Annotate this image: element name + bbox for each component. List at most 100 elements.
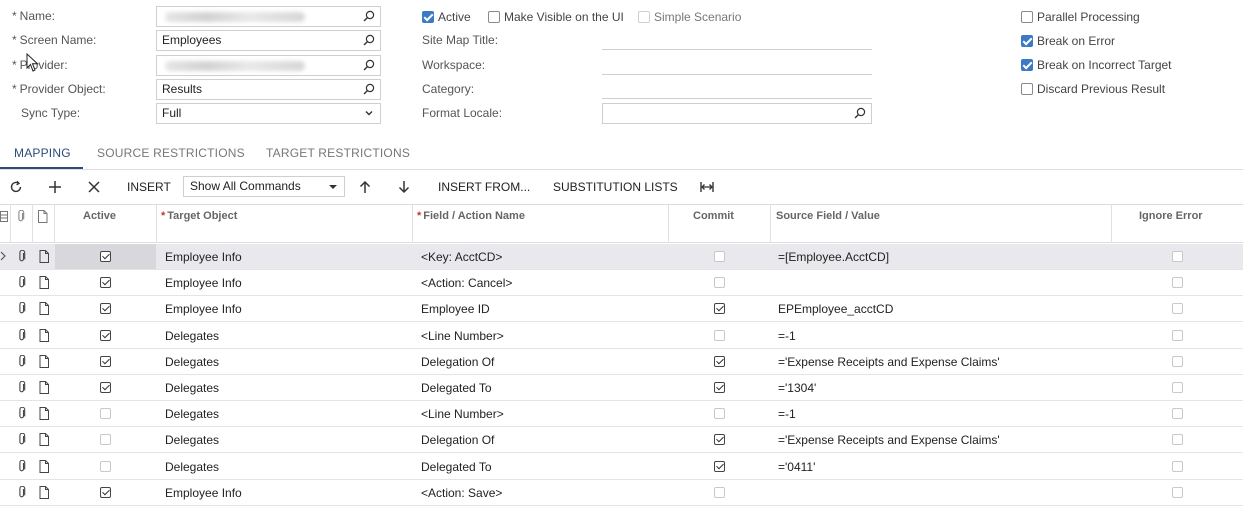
name-field[interactable] bbox=[156, 6, 381, 27]
checkbox-box[interactable] bbox=[1021, 83, 1033, 95]
note-icon[interactable] bbox=[38, 302, 50, 315]
row-ignore-error-checkbox[interactable] bbox=[1172, 382, 1183, 396]
row-active-checkbox[interactable] bbox=[100, 434, 111, 448]
row-commit-checkbox[interactable] bbox=[714, 434, 725, 448]
target-object-cell[interactable]: Employee Info bbox=[165, 302, 242, 316]
row-commit-checkbox[interactable] bbox=[714, 461, 725, 475]
magnifier-icon[interactable] bbox=[363, 10, 375, 22]
break-on-incorrect-target-checkbox[interactable]: Break on Incorrect Target bbox=[1021, 57, 1172, 73]
table-row[interactable]: Delegates Delegated To ='1304' bbox=[0, 375, 1243, 401]
column-commit[interactable]: Commit bbox=[693, 210, 734, 222]
note-icon[interactable] bbox=[38, 486, 50, 499]
row-active-checkbox[interactable] bbox=[100, 330, 111, 344]
plus-icon[interactable] bbox=[47, 179, 63, 195]
note-icon[interactable] bbox=[38, 433, 50, 446]
row-ignore-error-checkbox[interactable] bbox=[1172, 434, 1183, 448]
workspace-field[interactable] bbox=[602, 74, 872, 75]
table-row[interactable]: Delegates Delegation Of ='Expense Receipts… bbox=[0, 427, 1243, 453]
field-action-cell[interactable]: <Line Number> bbox=[421, 329, 504, 343]
checkbox-box[interactable] bbox=[100, 356, 111, 367]
checkbox-box[interactable] bbox=[422, 11, 434, 23]
tab-mapping[interactable]: MAPPING bbox=[14, 146, 71, 160]
field-action-cell[interactable]: Employee ID bbox=[421, 302, 490, 316]
paperclip-icon[interactable] bbox=[16, 276, 28, 289]
source-field-cell[interactable]: ='0411' bbox=[778, 460, 815, 474]
row-ignore-error-checkbox[interactable] bbox=[1172, 356, 1183, 370]
paperclip-icon[interactable] bbox=[16, 486, 28, 499]
column-active[interactable]: Active bbox=[83, 210, 116, 222]
row-ignore-error-checkbox[interactable] bbox=[1172, 408, 1183, 422]
row-ignore-error-checkbox[interactable] bbox=[1172, 277, 1183, 291]
row-active-checkbox[interactable] bbox=[100, 382, 111, 396]
magnifier-icon[interactable] bbox=[363, 59, 375, 71]
target-object-cell[interactable]: Delegates bbox=[165, 329, 219, 343]
make-visible-checkbox[interactable]: Make Visible on the UI bbox=[488, 9, 624, 25]
checkbox-box[interactable] bbox=[1172, 434, 1183, 445]
row-active-checkbox[interactable] bbox=[100, 251, 111, 265]
row-active-checkbox[interactable] bbox=[100, 461, 111, 475]
table-row[interactable]: Delegates <Line Number> =-1 bbox=[0, 323, 1243, 349]
source-field-cell[interactable]: ='1304' bbox=[778, 381, 816, 395]
row-ignore-error-checkbox[interactable] bbox=[1172, 303, 1183, 317]
column-target-object[interactable]: * Target Object bbox=[161, 210, 237, 222]
table-row[interactable]: Employee Info <Action: Save> bbox=[0, 480, 1243, 506]
column-field-action[interactable]: * Field / Action Name bbox=[417, 210, 525, 222]
tab-source-restrictions[interactable]: SOURCE RESTRICTIONS bbox=[97, 146, 245, 160]
checkbox-box[interactable] bbox=[1172, 251, 1183, 262]
paperclip-icon[interactable] bbox=[16, 407, 28, 420]
field-action-cell[interactable]: Delegated To bbox=[421, 460, 492, 474]
row-ignore-error-checkbox[interactable] bbox=[1172, 487, 1183, 501]
checkbox-box[interactable] bbox=[1172, 303, 1183, 314]
paperclip-icon[interactable] bbox=[16, 302, 28, 315]
paperclip-icon[interactable] bbox=[16, 433, 28, 446]
paperclip-icon[interactable] bbox=[16, 381, 28, 394]
field-action-cell[interactable]: Delegation Of bbox=[421, 355, 494, 369]
checkbox-box[interactable] bbox=[100, 434, 111, 445]
paperclip-icon[interactable] bbox=[16, 250, 28, 263]
checkbox-box[interactable] bbox=[1172, 330, 1183, 341]
note-icon[interactable] bbox=[38, 407, 50, 420]
insert-from-button[interactable]: INSERT FROM... bbox=[438, 179, 530, 195]
row-active-checkbox[interactable] bbox=[100, 303, 111, 317]
site-map-title-field[interactable] bbox=[602, 49, 872, 50]
note-icon[interactable] bbox=[38, 250, 50, 263]
checkbox-box[interactable] bbox=[714, 434, 725, 445]
checkbox-box[interactable] bbox=[714, 303, 725, 314]
magnifier-icon[interactable] bbox=[854, 107, 866, 119]
checkbox-box[interactable] bbox=[1021, 11, 1033, 23]
row-active-checkbox[interactable] bbox=[100, 408, 111, 422]
field-action-cell[interactable]: <Line Number> bbox=[421, 407, 504, 421]
source-field-cell[interactable]: =-1 bbox=[778, 329, 796, 343]
note-icon[interactable] bbox=[38, 460, 50, 473]
checkbox-box[interactable] bbox=[100, 330, 111, 341]
field-action-cell[interactable]: Delegated To bbox=[421, 381, 492, 395]
paperclip-icon[interactable] bbox=[16, 460, 28, 473]
field-action-cell[interactable]: <Key: AcctCD> bbox=[421, 250, 502, 264]
paperclip-icon[interactable] bbox=[16, 329, 28, 342]
row-active-checkbox[interactable] bbox=[100, 277, 111, 291]
checkbox-box[interactable] bbox=[488, 11, 500, 23]
table-row[interactable]: Delegates <Line Number> =-1 bbox=[0, 401, 1243, 427]
provider-field[interactable] bbox=[156, 55, 381, 76]
table-row[interactable]: Employee Info <Key: AcctCD> =[Employee.Acc… bbox=[0, 244, 1243, 270]
tab-target-restrictions[interactable]: TARGET RESTRICTIONS bbox=[266, 146, 410, 160]
checkbox-box[interactable] bbox=[100, 461, 111, 472]
row-ignore-error-checkbox[interactable] bbox=[1172, 251, 1183, 265]
row-active-checkbox[interactable] bbox=[100, 487, 111, 501]
paperclip-icon[interactable] bbox=[16, 355, 28, 368]
break-on-error-checkbox[interactable]: Break on Error bbox=[1021, 33, 1115, 49]
field-action-cell[interactable]: <Action: Save> bbox=[421, 486, 502, 500]
row-ignore-error-checkbox[interactable] bbox=[1172, 330, 1183, 344]
checkbox-box[interactable] bbox=[714, 356, 725, 367]
active-checkbox[interactable]: Active bbox=[422, 9, 471, 25]
table-row[interactable]: Employee Info Employee ID EPEmployee_acctC… bbox=[0, 296, 1243, 322]
parallel-processing-checkbox[interactable]: Parallel Processing bbox=[1021, 9, 1140, 25]
target-object-cell[interactable]: Employee Info bbox=[165, 276, 242, 290]
checkbox-box[interactable] bbox=[1172, 487, 1183, 498]
checkbox-box[interactable] bbox=[100, 277, 111, 288]
table-row[interactable]: Delegates Delegation Of ='Expense Receipts… bbox=[0, 349, 1243, 375]
row-active-checkbox[interactable] bbox=[100, 356, 111, 370]
checkbox-box[interactable] bbox=[1172, 356, 1183, 367]
substitution-lists-button[interactable]: SUBSTITUTION LISTS bbox=[553, 179, 678, 195]
target-object-cell[interactable]: Delegates bbox=[165, 381, 219, 395]
